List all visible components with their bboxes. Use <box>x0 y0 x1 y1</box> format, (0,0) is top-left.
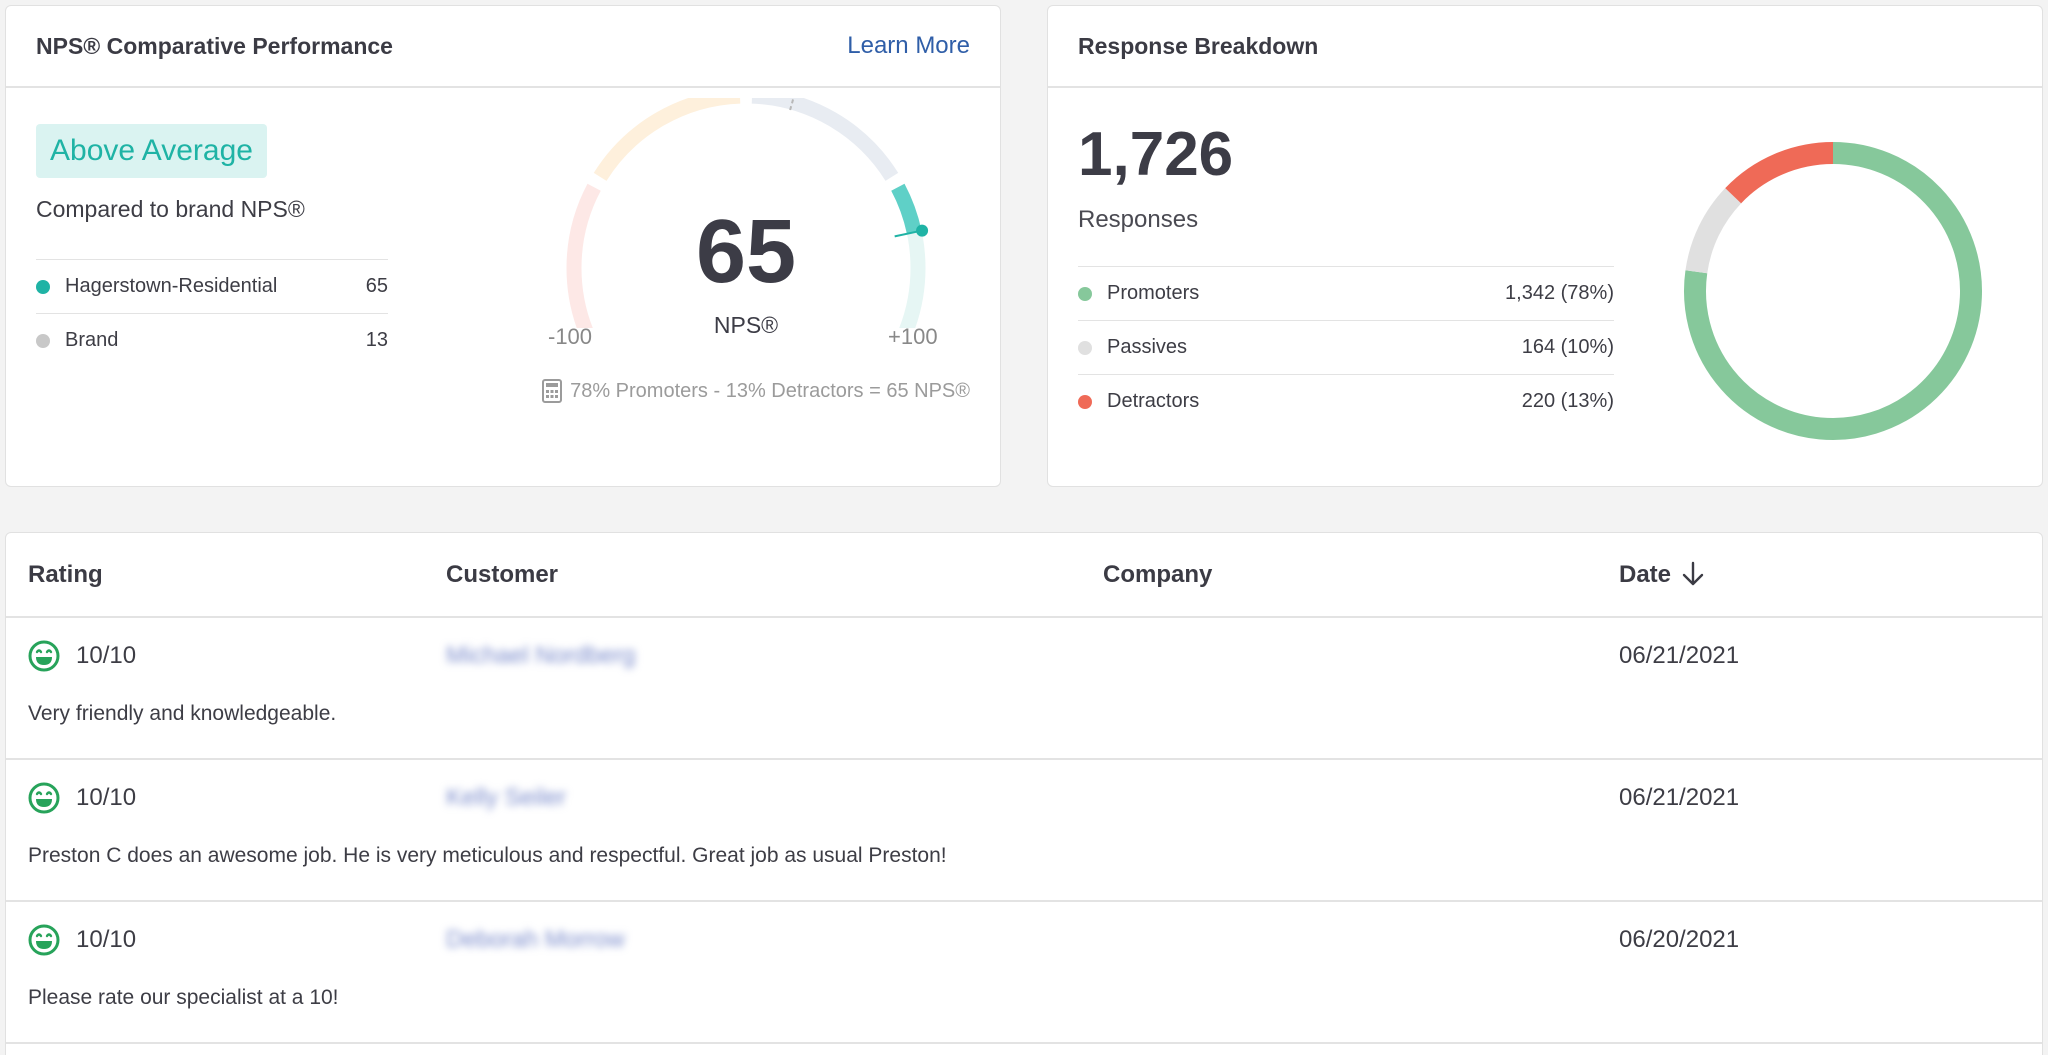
detractor-dot-icon <box>1078 394 1092 409</box>
column-header-date[interactable]: Date <box>1619 561 1705 589</box>
customer-name[interactable]: Kelly Seiler <box>446 784 566 812</box>
response-date: 06/21/2021 <box>1619 642 1740 669</box>
date-header-label: Date <box>1619 561 1672 588</box>
response-count: 1,726 <box>1078 120 1234 189</box>
response-breakdown-card: Response Breakdown 1,726 Responses Promo… <box>1047 5 2043 487</box>
comparison-name: Hagerstown-Residential <box>65 275 278 297</box>
brand-dot-icon <box>36 333 50 348</box>
response-card-title: Response Breakdown <box>1078 32 1319 59</box>
response-date: 06/21/2021 <box>1619 784 1740 811</box>
response-comment: Preston C does an awesome job. He is ver… <box>28 844 947 867</box>
response-name: Detractors <box>1107 390 1200 412</box>
table-row[interactable]: 10/10 Kelly Seiler 06/21/2021 Preston C … <box>6 760 2042 902</box>
response-donut-chart <box>1684 142 1982 440</box>
column-header-company[interactable]: Company <box>1103 561 1212 589</box>
nps-performance-card: NPS® Comparative Performance Learn More … <box>5 5 1001 487</box>
response-row-promoters: Promoters 1,342 (78%) <box>1078 266 1614 320</box>
learn-more-link[interactable]: Learn More <box>847 32 970 60</box>
nps-score: 65 <box>695 202 797 302</box>
rating-cell: 10/10 <box>28 782 136 814</box>
calculator-icon <box>542 379 563 403</box>
response-row-detractors: Detractors 220 (13%) <box>1078 374 1614 428</box>
response-count-label: Responses <box>1078 206 1199 233</box>
comparison-list: Hagerstown-Residential 65 Brand 13 <box>36 259 388 367</box>
formula-text: 78% Promoters - 13% Detractors = 65 NPS® <box>570 379 970 402</box>
customer-name[interactable]: Deborah Morrow <box>446 926 625 954</box>
nps-card-title: NPS® Comparative Performance <box>36 32 393 59</box>
rating-cell: 10/10 <box>28 924 136 956</box>
rating-value: 10/10 <box>76 784 137 811</box>
promoter-dot-icon <box>1078 286 1092 301</box>
arrow-down-icon[interactable] <box>1681 561 1705 587</box>
response-date: 06/20/2021 <box>1619 926 1740 953</box>
table-header: Rating Customer Company Date <box>6 533 2042 618</box>
response-comment: Please rate our specialist at a 10! <box>28 986 339 1009</box>
response-value: 164 (10%) <box>1521 336 1614 358</box>
column-header-rating[interactable]: Rating <box>28 561 103 589</box>
gauge-segment-poor <box>566 183 601 328</box>
gauge-max-label: +100 <box>888 324 938 349</box>
table-row[interactable]: 10/10 Michael Nordberg 06/21/2021 Very f… <box>6 618 2042 760</box>
rating-cell: 10/10 <box>28 640 136 672</box>
donut-slice-detractors[interactable] <box>1725 142 1834 204</box>
smiley-icon <box>28 924 60 956</box>
response-value: 1,342 (78%) <box>1505 282 1614 304</box>
rating-value: 10/10 <box>76 926 137 953</box>
gauge-score-fill <box>891 183 922 234</box>
table-row[interactable]: 10/10 Deborah Morrow 06/20/2021 Please r… <box>6 902 2042 1044</box>
nps-card-header: NPS® Comparative Performance Learn More <box>6 6 1000 88</box>
passive-dot-icon <box>1078 340 1092 355</box>
response-name: Passives <box>1107 336 1188 358</box>
comparison-name: Brand <box>65 329 119 351</box>
performance-badge: Above Average <box>36 124 267 178</box>
response-row-passives: Passives 164 (10%) <box>1078 320 1614 374</box>
gauge-min-label: -100 <box>548 324 593 349</box>
gauge-segment-fair <box>593 98 741 181</box>
comparison-value: 13 <box>365 329 388 351</box>
comparison-row-brand: Brand 13 <box>36 313 388 367</box>
gauge-segment-average <box>751 98 899 181</box>
column-header-customer[interactable]: Customer <box>446 561 558 589</box>
location-dot-icon <box>36 279 50 294</box>
donut-slice-passives[interactable] <box>1685 188 1742 274</box>
comparison-value: 65 <box>365 275 388 297</box>
response-comment: Very friendly and knowledgeable. <box>28 702 337 725</box>
nps-label: NPS® <box>713 312 779 338</box>
compared-text: Compared to brand NPS® <box>36 196 305 222</box>
smiley-icon <box>28 640 60 672</box>
rating-value: 10/10 <box>76 642 137 669</box>
smiley-icon <box>28 782 60 814</box>
comparison-row-location: Hagerstown-Residential 65 <box>36 259 388 313</box>
responses-table: Rating Customer Company Date 10/10 Micha… <box>5 532 2043 1055</box>
response-list: Promoters 1,342 (78%) Passives 164 (10%)… <box>1078 266 1614 428</box>
response-card-header: Response Breakdown <box>1048 6 2042 88</box>
response-name: Promoters <box>1107 282 1200 304</box>
response-value: 220 (13%) <box>1521 390 1614 412</box>
location-marker-dot <box>916 224 929 237</box>
nps-formula: 78% Promoters - 13% Detractors = 65 NPS® <box>542 379 970 403</box>
customer-name[interactable]: Michael Nordberg <box>446 642 635 670</box>
